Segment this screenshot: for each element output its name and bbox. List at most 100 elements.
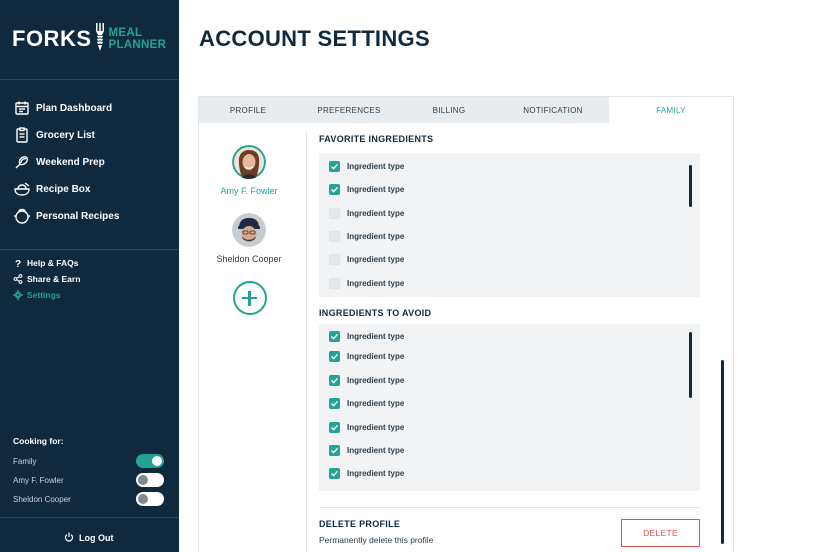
ingredient-label: Ingredient type — [347, 185, 405, 194]
section-divider — [319, 507, 700, 508]
bowl-icon — [13, 180, 31, 198]
logo-wordmark: FORKS — [12, 26, 92, 51]
ingredient-checkbox-row[interactable]: Ingredient type — [329, 445, 404, 456]
ingredients-to-avoid-title: INGREDIENTS TO AVOID — [319, 308, 432, 318]
profile-name: Amy F. Fowler — [220, 186, 278, 196]
logo-subtitle: MEAL PLANNER — [109, 27, 167, 51]
logout-label: Log Out — [79, 533, 114, 543]
ingredient-label: Ingredient type — [347, 232, 405, 241]
gear-icon — [13, 290, 23, 300]
ingredient-checkbox-row[interactable]: Ingredient type — [329, 351, 404, 362]
checkbox-checked[interactable] — [329, 331, 340, 342]
ingredient-label: Ingredient type — [347, 446, 405, 455]
checkbox-unchecked[interactable] — [329, 278, 340, 289]
ingredient-checkbox-row[interactable]: Ingredient type — [329, 208, 404, 219]
toggle-knob — [138, 475, 148, 485]
page-scrollbar[interactable] — [721, 360, 724, 544]
ingredient-checkbox-row[interactable]: Ingredient type — [329, 331, 404, 342]
sidebar-item-label: Weekend Prep — [36, 156, 105, 168]
toggle-knob — [152, 456, 162, 466]
ingredient-checkbox-row[interactable]: Ingredient type — [329, 422, 404, 433]
page-title: ACCOUNT SETTINGS — [199, 26, 430, 51]
tab-profile[interactable]: PROFILE — [199, 97, 297, 123]
checkbox-unchecked[interactable] — [329, 254, 340, 265]
sidebar-item-label: Help & FAQs — [27, 258, 79, 268]
column-divider — [306, 131, 307, 552]
settings-panel: PROFILE PREFERENCES BILLING NOTIFICATION… — [198, 96, 734, 552]
ingredient-label: Ingredient type — [347, 332, 405, 341]
sidebar-item-label: Recipe Box — [36, 183, 91, 195]
ingredient-checkbox-row[interactable]: Ingredient type — [329, 278, 404, 289]
sidebar-item-settings[interactable]: Settings — [13, 290, 61, 300]
ingredient-checkbox-row[interactable]: Ingredient type — [329, 254, 404, 265]
ingredient-checkbox-row[interactable]: Ingredient type — [329, 468, 404, 479]
ingredient-label: Ingredient type — [347, 376, 405, 385]
sidebar-item-label: Settings — [27, 290, 61, 300]
delete-button[interactable]: DELETE — [621, 519, 700, 547]
checkbox-checked[interactable] — [329, 422, 340, 433]
logo-sub-planner: PLANNER — [108, 39, 167, 51]
amy-toggle[interactable] — [136, 473, 164, 487]
checkbox-checked[interactable] — [329, 445, 340, 456]
settings-tabs: PROFILE PREFERENCES BILLING NOTIFICATION… — [199, 97, 733, 123]
sidebar-item-label: Plan Dashboard — [36, 102, 113, 114]
ingredient-label: Ingredient type — [347, 423, 405, 432]
ingredient-label: Ingredient type — [347, 352, 405, 361]
profile-amy[interactable]: Amy F. Fowler — [199, 145, 299, 196]
avatar — [232, 213, 266, 247]
checkbox-checked[interactable] — [329, 184, 340, 195]
whisk-icon — [13, 153, 31, 171]
cooking-for-row-sheldon: Sheldon Cooper — [13, 492, 164, 506]
pot-icon — [13, 207, 31, 225]
ingredients-to-avoid-list: Ingredient type Ingredient type Ingredie… — [319, 324, 700, 491]
cooking-for-row-amy: Amy F. Fowler — [13, 473, 164, 487]
power-icon — [64, 529, 74, 547]
sidebar: FORKS MEAL PLANNER Plan Dashboard Grocer… — [0, 0, 179, 552]
ingredient-checkbox-row[interactable]: Ingredient type — [329, 375, 404, 386]
cooking-for-label: Family — [13, 456, 37, 466]
favorite-list-scrollbar[interactable] — [689, 165, 692, 207]
checkbox-checked[interactable] — [329, 375, 340, 386]
sidebar-item-help[interactable]: ? Help & FAQs — [13, 258, 79, 268]
sidebar-item-weekend-prep[interactable]: Weekend Prep — [13, 153, 105, 171]
profile-name: Sheldon Cooper — [216, 254, 282, 264]
sidebar-item-share[interactable]: Share & Earn — [13, 274, 80, 284]
checkbox-checked[interactable] — [329, 351, 340, 362]
sidebar-item-personal-recipes[interactable]: Personal Recipes — [13, 207, 119, 225]
share-icon — [13, 274, 23, 284]
delete-profile-title: DELETE PROFILE — [319, 519, 401, 529]
sidebar-divider — [0, 79, 179, 80]
add-profile-button[interactable] — [233, 281, 267, 315]
ingredient-checkbox-row[interactable]: Ingredient type — [329, 231, 404, 242]
ingredient-checkbox-row[interactable]: Ingredient type — [329, 184, 404, 195]
cooking-for-label: Amy F. Fowler — [13, 475, 64, 485]
ingredient-checkbox-row[interactable]: Ingredient type — [329, 398, 404, 409]
avatar — [232, 145, 266, 179]
svg-text:?: ? — [15, 259, 21, 268]
delete-profile-description: Permanently delete this profile — [319, 535, 434, 545]
sidebar-item-plan-dashboard[interactable]: Plan Dashboard — [13, 99, 112, 117]
tab-notification[interactable]: NOTIFICATION — [497, 97, 609, 123]
profile-sheldon[interactable]: Sheldon Cooper — [199, 213, 299, 264]
favorite-ingredients-title: FAVORITE INGREDIENTS — [319, 134, 434, 144]
sidebar-item-recipe-box[interactable]: Recipe Box — [13, 180, 90, 198]
cooking-for-title: Cooking for: — [13, 436, 64, 446]
cooking-for-row-family: Family — [13, 454, 164, 468]
ingredient-label: Ingredient type — [347, 399, 405, 408]
avoid-list-scrollbar[interactable] — [689, 332, 692, 398]
tab-family[interactable]: FAMILY — [609, 97, 733, 123]
checkbox-checked[interactable] — [329, 468, 340, 479]
tab-preferences[interactable]: PREFERENCES — [297, 97, 401, 123]
sheldon-toggle[interactable] — [136, 492, 164, 506]
tab-billing[interactable]: BILLING — [401, 97, 497, 123]
sidebar-item-grocery-list[interactable]: Grocery List — [13, 126, 95, 144]
ingredient-checkbox-row[interactable]: Ingredient type — [329, 161, 404, 172]
checkbox-checked[interactable] — [329, 161, 340, 172]
forks-logo[interactable]: FORKS MEAL PLANNER — [12, 22, 166, 56]
checkbox-unchecked[interactable] — [329, 208, 340, 219]
logout-button[interactable]: Log Out — [64, 529, 114, 547]
family-toggle[interactable] — [136, 454, 164, 468]
checkbox-unchecked[interactable] — [329, 231, 340, 242]
checkbox-checked[interactable] — [329, 398, 340, 409]
ingredient-label: Ingredient type — [347, 209, 405, 218]
